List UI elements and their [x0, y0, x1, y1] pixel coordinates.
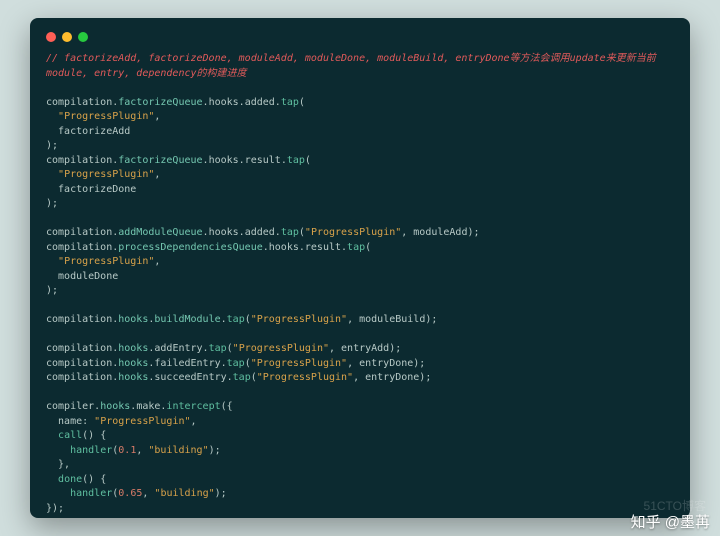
maximize-icon[interactable] — [78, 32, 88, 42]
code-block: // factorizeAdd, factorizeDone, moduleAd… — [46, 52, 674, 516]
code-window: // factorizeAdd, factorizeDone, moduleAd… — [30, 18, 690, 518]
window-traffic-lights — [46, 32, 674, 42]
close-icon[interactable] — [46, 32, 56, 42]
code-comment: module, entry, dependency的构建进度 — [46, 68, 247, 79]
minimize-icon[interactable] — [62, 32, 72, 42]
watermark-text: 知乎 @墨苒 — [631, 511, 710, 532]
code-comment: // factorizeAdd, factorizeDone, moduleAd… — [46, 53, 656, 64]
